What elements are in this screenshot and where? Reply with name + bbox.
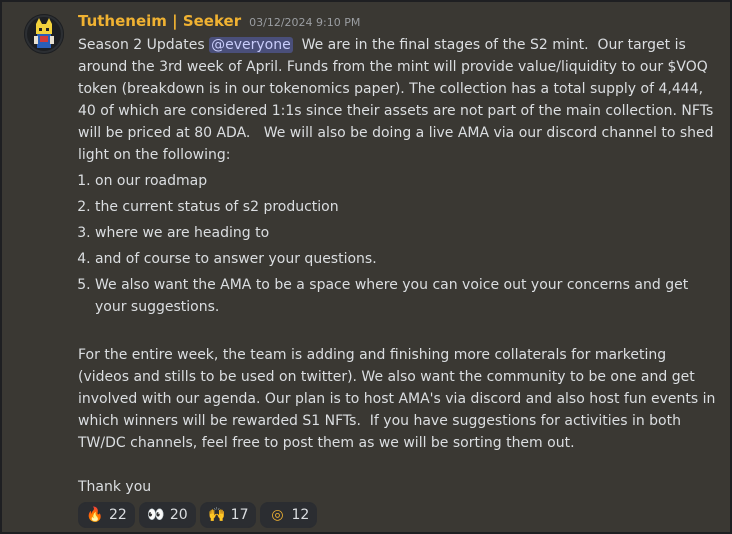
list-item: on our roadmap — [95, 170, 716, 192]
list-item: the current status of s2 production — [95, 196, 716, 218]
intro-text: Season 2 Updates — [78, 37, 210, 53]
username[interactable]: Tutheneim | Seeker — [78, 12, 241, 30]
eyes-icon: 👀 — [147, 507, 165, 523]
reaction-fire[interactable]: 🔥 22 — [78, 502, 135, 528]
message-header: Tutheneim | Seeker 03/12/2024 9:10 PM — [78, 12, 716, 34]
message-frame: Tutheneim | Seeker 03/12/2024 9:10 PM Se… — [0, 0, 732, 534]
message-content: Season 2 Updates @everyone We are in the… — [78, 34, 716, 498]
reaction-count: 20 — [169, 507, 188, 523]
reaction-count: 17 — [230, 507, 249, 523]
ama-topics-list: on our roadmap the current status of s2 … — [78, 170, 716, 318]
reaction-count: 22 — [109, 507, 127, 523]
second-paragraph: For the entire week, the team is adding … — [78, 347, 720, 451]
reaction-hands[interactable]: 🙌 17 — [199, 502, 257, 528]
hands-icon: 🙌 — [207, 507, 226, 523]
list-item: where we are heading to — [95, 222, 716, 244]
target-icon: ◎ — [271, 507, 284, 523]
signoff: Thank you — [78, 479, 152, 495]
reactions-bar: 🔥 22 👀 20 🙌 17 ◎ 12 — [78, 502, 716, 528]
reaction-eyes[interactable]: 👀 20 — [138, 502, 196, 528]
list-item: We also want the AMA to be a space where… — [95, 274, 716, 318]
intro-text-continued: We are in the final stages of the S2 min… — [78, 37, 719, 163]
list-item: and of course to answer your questions. — [95, 248, 716, 270]
everyone-mention[interactable]: @everyone — [209, 37, 293, 53]
reaction-target[interactable]: ◎ 12 — [260, 502, 318, 528]
reaction-count: 12 — [291, 507, 310, 523]
message: Tutheneim | Seeker 03/12/2024 9:10 PM Se… — [2, 2, 730, 532]
intro-paragraph: Season 2 Updates @everyone We are in the… — [78, 34, 716, 166]
fire-icon: 🔥 — [86, 507, 104, 523]
timestamp: 03/12/2024 9:10 PM — [249, 16, 361, 29]
